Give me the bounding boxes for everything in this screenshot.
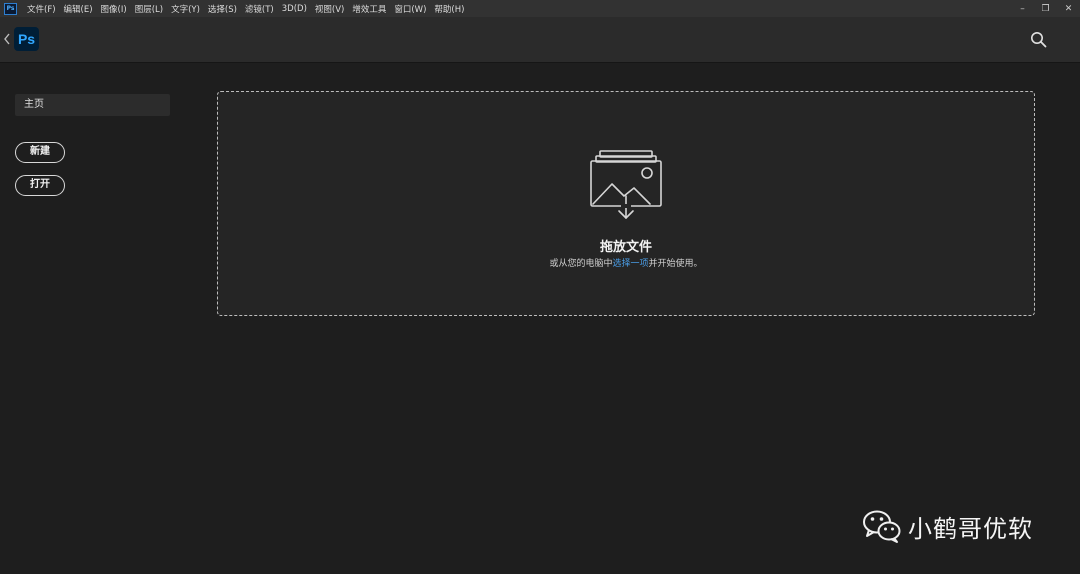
menu-bar: Ps 文件(F) 编辑(E) 图像(I) 图层(L) 文字(Y) 选择(S) 滤… [0, 0, 1080, 17]
close-button[interactable]: ✕ [1057, 0, 1080, 17]
watermark: 小鹤哥优软 [862, 508, 1033, 544]
menu-edit[interactable]: 编辑(E) [60, 3, 97, 15]
drop-subtitle-suffix: 并开始使用。 [648, 259, 703, 269]
header-divider [0, 62, 1080, 63]
search-icon [1031, 32, 1047, 48]
menu-window[interactable]: 窗口(W) [390, 3, 430, 15]
drop-zone[interactable]: 拖放文件 或从您的电脑中选择一项并开始使用。 [217, 91, 1035, 316]
menu-select[interactable]: 选择(S) [204, 3, 241, 15]
menu-view[interactable]: 视图(V) [311, 3, 348, 15]
menu-image[interactable]: 图像(I) [97, 3, 131, 15]
image-download-icon [590, 150, 662, 219]
open-button[interactable]: 打开 [15, 175, 65, 196]
watermark-text: 小鹤哥优软 [908, 514, 1033, 543]
sidebar-item-home[interactable]: 主页 [15, 94, 170, 116]
menu-filter[interactable]: 滤镜(T) [241, 3, 278, 15]
menu-3d[interactable]: 3D(D) [278, 4, 311, 14]
new-button[interactable]: 新建 [15, 142, 65, 163]
minimize-button[interactable]: – [1011, 0, 1034, 17]
app-header: Ps [0, 17, 1080, 62]
restore-button[interactable]: ❐ [1034, 0, 1057, 17]
wechat-icon [863, 510, 901, 543]
chevron-left-icon [4, 33, 10, 45]
ps-logo[interactable]: Ps [14, 27, 39, 51]
menu-type[interactable]: 文字(Y) [167, 3, 204, 15]
window-controls: – ❐ ✕ [1011, 0, 1080, 17]
ps-app-icon: Ps [4, 2, 17, 15]
select-file-link[interactable]: 选择一项 [612, 259, 648, 269]
search-button[interactable] [1030, 31, 1047, 48]
drop-subtitle: 或从您的电脑中选择一项并开始使用。 [218, 256, 1034, 269]
menu-file[interactable]: 文件(F) [23, 3, 60, 15]
drop-title: 拖放文件 [599, 240, 652, 255]
back-button[interactable] [3, 29, 13, 49]
menu-help[interactable]: 帮助(H) [430, 3, 468, 15]
menu-plugins[interactable]: 增效工具 [348, 3, 390, 15]
menu-layer[interactable]: 图层(L) [131, 3, 167, 15]
drop-subtitle-prefix: 或从您的电脑中 [549, 259, 613, 269]
